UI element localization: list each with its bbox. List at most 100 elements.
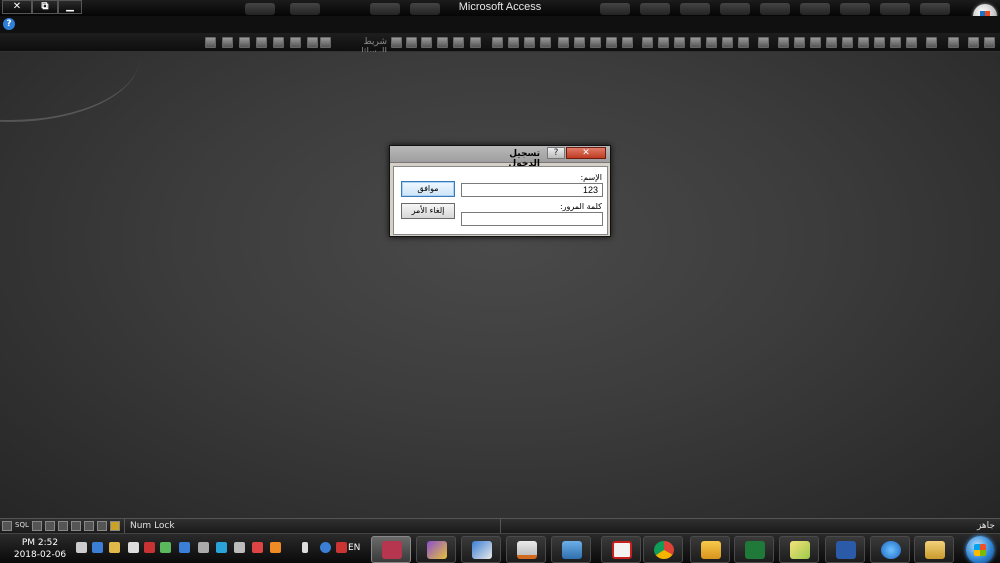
toolbar-tool-icon[interactable] — [738, 37, 749, 48]
toolbar-tool-icon[interactable] — [826, 37, 837, 48]
tray-app-icon[interactable] — [302, 542, 308, 553]
cancel-button[interactable]: إلغاء الأمر — [401, 203, 455, 219]
view-icon[interactable] — [2, 521, 12, 531]
taskbar-app-button[interactable] — [601, 536, 641, 563]
toolbar-tool-icon[interactable] — [778, 37, 789, 48]
toolbar-tool-icon[interactable] — [690, 37, 701, 48]
view-icon[interactable] — [71, 521, 81, 531]
toolbar-tool-icon[interactable] — [205, 37, 216, 48]
help-icon[interactable]: ? — [3, 18, 15, 30]
taskbar-app-button[interactable] — [461, 536, 501, 563]
volume-icon[interactable] — [76, 542, 87, 553]
toolbar-tool-icon[interactable] — [842, 37, 853, 48]
quick-access-icon[interactable] — [370, 3, 400, 15]
toolbar-tool-icon[interactable] — [453, 37, 464, 48]
quick-access-icon[interactable] — [920, 3, 950, 15]
view-icon[interactable] — [32, 521, 42, 531]
tray-app-icon[interactable] — [160, 542, 171, 553]
tray-app-icon[interactable] — [92, 542, 103, 553]
toolbar-tool-icon[interactable] — [421, 37, 432, 48]
toolbar-tool-icon[interactable] — [906, 37, 917, 48]
toolbar-tool-icon[interactable] — [524, 37, 535, 48]
tray-app-icon[interactable] — [270, 542, 281, 553]
toolbar-tool-icon[interactable] — [290, 37, 301, 48]
tray-app-icon[interactable] — [109, 542, 120, 553]
toolbar-tool-icon[interactable] — [508, 37, 519, 48]
taskbar-app-button[interactable] — [734, 536, 774, 563]
quick-access-icon[interactable] — [840, 3, 870, 15]
toolbar-tool-icon[interactable] — [606, 37, 617, 48]
taskbar-app-button[interactable] — [506, 536, 546, 563]
view-icon[interactable] — [84, 521, 94, 531]
toolbar-tool-icon[interactable] — [706, 37, 717, 48]
toolbar-tool-icon[interactable] — [758, 37, 769, 48]
view-icon[interactable] — [97, 521, 107, 531]
tray-app-icon[interactable] — [336, 542, 347, 553]
toolbar-tool-icon[interactable] — [926, 37, 937, 48]
taskbar-app-button[interactable] — [779, 536, 819, 563]
username-field[interactable]: 123 — [461, 183, 603, 197]
dialog-help-button[interactable]: ? — [547, 147, 565, 159]
quick-access-icon[interactable] — [640, 3, 670, 15]
window-minimize-button[interactable]: ▁ — [58, 0, 82, 14]
quick-access-icon[interactable] — [800, 3, 830, 15]
taskbar-app-button[interactable] — [551, 536, 591, 563]
toolbar-tool-icon[interactable] — [984, 37, 995, 48]
quick-access-icon[interactable] — [410, 3, 440, 15]
network-icon[interactable] — [128, 542, 139, 553]
toolbar-tool-icon[interactable] — [890, 37, 901, 48]
toolbar-tool-icon[interactable] — [874, 37, 885, 48]
window-close-button[interactable]: ✕ — [2, 0, 32, 14]
quick-access-icon[interactable] — [290, 3, 320, 15]
start-button-icon[interactable] — [966, 536, 994, 563]
toolbar-tool-icon[interactable] — [406, 37, 417, 48]
toolbar-tool-icon[interactable] — [273, 37, 284, 48]
ok-button[interactable]: موافق — [401, 181, 455, 197]
toolbar-tool-icon[interactable] — [256, 37, 267, 48]
toolbar-tool-icon[interactable] — [590, 37, 601, 48]
quick-access-icon[interactable] — [720, 3, 750, 15]
toolbar-tool-icon[interactable] — [858, 37, 869, 48]
dialog-title-bar[interactable]: تسجيل الدخول ? ✕ — [390, 146, 610, 169]
dialog-close-button[interactable]: ✕ — [566, 147, 606, 159]
toolbar-tool-icon[interactable] — [307, 37, 318, 48]
tray-app-icon[interactable] — [252, 542, 263, 553]
view-icon[interactable] — [45, 521, 55, 531]
toolbar-tool-icon[interactable] — [470, 37, 481, 48]
toolbar-tool-icon[interactable] — [674, 37, 685, 48]
keyboard-icon[interactable] — [234, 542, 245, 553]
quick-access-icon[interactable] — [600, 3, 630, 15]
taskbar-access-button[interactable] — [371, 536, 411, 563]
toolbar-tool-icon[interactable] — [558, 37, 569, 48]
toolbar-tool-icon[interactable] — [492, 37, 503, 48]
tray-app-icon[interactable] — [144, 542, 155, 553]
taskbar-app-button[interactable] — [870, 536, 910, 563]
toolbar-tool-icon[interactable] — [642, 37, 653, 48]
toolbar-tool-icon[interactable] — [948, 37, 959, 48]
toolbar-tool-icon[interactable] — [437, 37, 448, 48]
quick-access-icon[interactable] — [880, 3, 910, 15]
toolbar-tool-icon[interactable] — [222, 37, 233, 48]
language-indicator[interactable]: EN — [348, 543, 360, 553]
toolbar-tool-icon[interactable] — [658, 37, 669, 48]
toolbar-tool-icon[interactable] — [794, 37, 805, 48]
window-restore-button[interactable]: ⧉ — [32, 0, 58, 14]
quick-access-icon[interactable] — [760, 3, 790, 15]
taskbar-app-button[interactable] — [416, 536, 456, 563]
taskbar-app-button[interactable] — [825, 536, 865, 563]
taskbar-app-button[interactable] — [643, 536, 683, 563]
tray-app-icon[interactable] — [198, 542, 209, 553]
tray-app-icon[interactable] — [216, 542, 227, 553]
toolbar-tool-icon[interactable] — [810, 37, 821, 48]
view-icon[interactable] — [58, 521, 68, 531]
toolbar-tool-icon[interactable] — [622, 37, 633, 48]
tray-app-icon[interactable] — [179, 542, 190, 553]
toolbar-tool-icon[interactable] — [968, 37, 979, 48]
view-icon[interactable] — [110, 521, 120, 531]
taskbar-app-button[interactable] — [690, 536, 730, 563]
taskbar-app-button[interactable] — [914, 536, 954, 563]
tray-app-icon[interactable] — [320, 542, 331, 553]
quick-access-icon[interactable] — [245, 3, 275, 15]
sql-view-icon[interactable]: SQL — [15, 521, 29, 529]
toolbar-tool-icon[interactable] — [574, 37, 585, 48]
